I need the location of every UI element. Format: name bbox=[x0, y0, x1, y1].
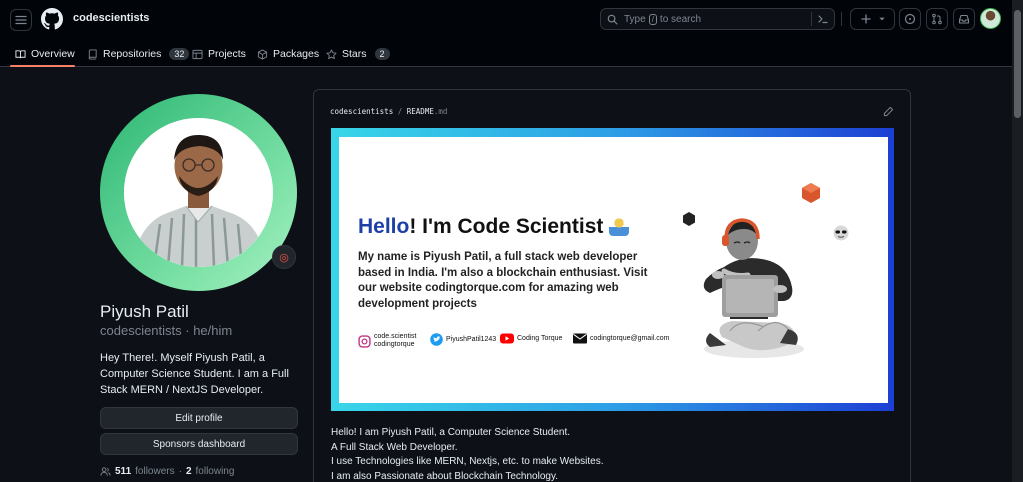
stars-count-badge: 2 bbox=[374, 48, 390, 60]
status-emoji-button[interactable]: ◎ bbox=[272, 245, 296, 269]
orange-cube-decoration bbox=[802, 183, 820, 203]
tab-repositories-label: Repositories bbox=[103, 48, 162, 60]
package-icon bbox=[257, 48, 268, 60]
profile-tabs: Overview Repositories 32 Projects Packag… bbox=[0, 40, 1012, 67]
pull-request-icon bbox=[932, 13, 942, 25]
youtube-channel: Coding Torque bbox=[500, 333, 562, 344]
tab-packages[interactable]: Packages bbox=[257, 44, 319, 64]
readme-line: I am also Passionate about Blockchain Te… bbox=[331, 470, 558, 482]
book-icon bbox=[15, 49, 26, 58]
following-count[interactable]: 2 bbox=[186, 466, 192, 477]
email-address-text: codingtorque@gmail.com bbox=[590, 335, 670, 342]
readme-body-text: Hello! I am Piyush Patil, a Computer Sci… bbox=[331, 426, 604, 482]
active-tab-underline bbox=[10, 65, 75, 67]
profile-photo bbox=[124, 118, 273, 267]
developer-emoji-icon bbox=[609, 216, 630, 236]
banner-heading: Hello! I'm Code Scientist bbox=[358, 215, 630, 239]
page-scrollbar[interactable] bbox=[1012, 0, 1023, 482]
tab-overview[interactable]: Overview bbox=[15, 44, 75, 64]
email-address: codingtorque@gmail.com bbox=[573, 333, 669, 344]
readme-path: codescientists / README.md bbox=[330, 107, 448, 116]
edit-profile-button[interactable]: Edit profile bbox=[100, 407, 298, 429]
hamburger-icon bbox=[15, 15, 27, 25]
followers-count[interactable]: 511 bbox=[115, 466, 131, 477]
github-logo-icon[interactable] bbox=[41, 8, 63, 30]
table-icon bbox=[192, 49, 203, 59]
followers-following: 511 followers · 2 following bbox=[100, 466, 234, 477]
readme-banner-image: Hello! I'm Code Scientist My name is Piy… bbox=[339, 137, 888, 403]
profile-bio: Hey There!. Myself Piyush Patil, a Compu… bbox=[100, 352, 289, 396]
readme-line: Hello! I am Piyush Patil, a Computer Sci… bbox=[331, 427, 571, 438]
instagram-handle: code.scientist codingtorque bbox=[358, 333, 416, 349]
create-new-button[interactable] bbox=[850, 8, 895, 30]
inbox-icon bbox=[958, 14, 970, 24]
readme-file-ext: .md bbox=[433, 107, 448, 116]
header-divider bbox=[841, 12, 842, 26]
instagram-handle-1: code.scientist bbox=[374, 333, 417, 340]
tab-repositories[interactable]: Repositories 32 bbox=[87, 44, 190, 64]
search-placeholder-pre: Type bbox=[624, 13, 646, 25]
issues-button[interactable] bbox=[899, 8, 921, 30]
tab-projects[interactable]: Projects bbox=[192, 44, 246, 64]
profile-avatar[interactable] bbox=[100, 94, 297, 291]
inbox-button[interactable] bbox=[953, 8, 975, 30]
instagram-handle-2: codingtorque bbox=[374, 341, 415, 348]
twitter-handle-text: PiyushPatil1243 bbox=[446, 336, 497, 343]
search-placeholder-post: to search bbox=[659, 13, 702, 25]
search-input[interactable]: Type / to search bbox=[600, 8, 835, 30]
repositories-count-badge: 32 bbox=[169, 48, 190, 60]
profile-username-pronouns: codescientists · he/him bbox=[100, 323, 233, 338]
scrollbar-thumb[interactable] bbox=[1014, 10, 1021, 118]
readme-repo-link[interactable]: codescientists bbox=[330, 107, 393, 116]
repo-icon bbox=[88, 48, 97, 60]
search-icon bbox=[607, 14, 618, 24]
user-avatar-menu[interactable] bbox=[980, 8, 1001, 29]
search-divider bbox=[811, 12, 812, 26]
terminal-icon[interactable] bbox=[817, 13, 829, 25]
readme-line: I use Technologies like MERN, Nextjs, et… bbox=[331, 456, 604, 467]
following-label[interactable]: following bbox=[196, 466, 235, 477]
instagram-icon bbox=[358, 334, 371, 348]
person-photo-illustration bbox=[124, 118, 273, 267]
youtube-channel-text: Coding Torque bbox=[517, 335, 563, 342]
tab-stars[interactable]: Stars 2 bbox=[326, 44, 390, 64]
issue-icon bbox=[904, 13, 916, 25]
sponsors-dashboard-button[interactable]: Sponsors dashboard bbox=[100, 433, 298, 455]
banner-hello-word: Hello bbox=[358, 215, 410, 238]
banner-description: My name is Piyush Patil, a full stack we… bbox=[358, 251, 648, 310]
email-icon bbox=[573, 333, 587, 344]
twitter-handle: PiyushPatil1243 bbox=[430, 333, 496, 346]
banner-heading-rest: ! I'm Code Scientist bbox=[409, 215, 604, 238]
tab-stars-label: Stars bbox=[342, 48, 367, 60]
tab-overview-label: Overview bbox=[31, 48, 75, 60]
star-icon bbox=[326, 48, 337, 59]
chevron-down-icon bbox=[878, 17, 885, 21]
tab-projects-label: Projects bbox=[208, 48, 246, 60]
org-name-link[interactable]: codescientists bbox=[73, 12, 149, 24]
target-icon: ◎ bbox=[279, 251, 289, 264]
readme-line: A Full Stack Web Developer. bbox=[331, 441, 458, 453]
edit-pencil-icon[interactable] bbox=[883, 106, 894, 117]
twitter-icon bbox=[430, 333, 443, 346]
followers-label[interactable]: followers bbox=[135, 466, 174, 477]
profile-full-name: Piyush Patil bbox=[100, 302, 189, 321]
separator-dot: · bbox=[178, 466, 182, 477]
plus-icon bbox=[860, 14, 871, 24]
people-icon bbox=[100, 467, 111, 476]
tab-packages-label: Packages bbox=[273, 48, 320, 60]
search-shortcut-key: / bbox=[648, 13, 657, 25]
developer-illustration bbox=[703, 218, 804, 358]
hamburger-menu-button[interactable] bbox=[10, 9, 32, 31]
readme-file-link[interactable]: README bbox=[407, 107, 434, 116]
youtube-icon bbox=[500, 333, 514, 344]
pull-requests-button[interactable] bbox=[926, 8, 948, 30]
